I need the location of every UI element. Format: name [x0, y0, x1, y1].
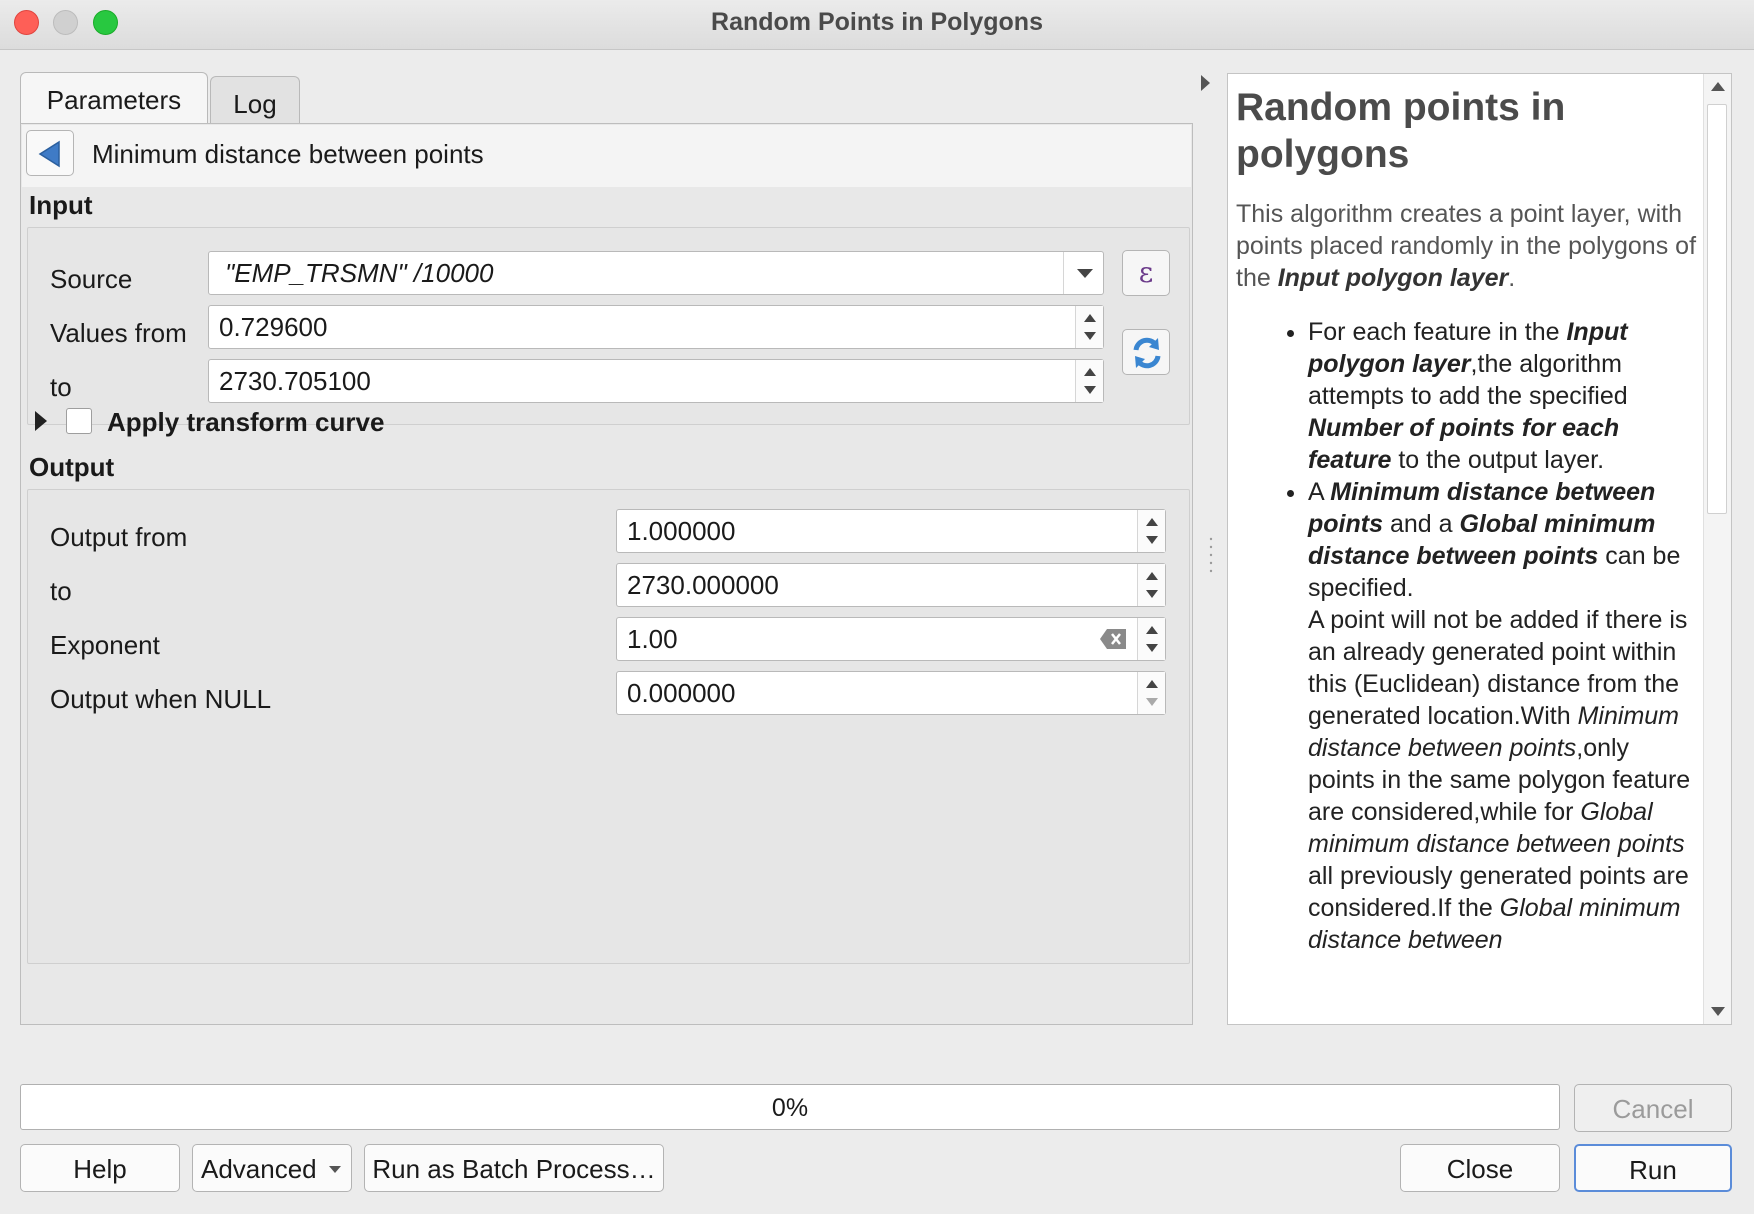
parameters-panel: Minimum distance between points Input So…	[20, 123, 1193, 1025]
advanced-label: Advanced	[201, 1154, 317, 1184]
output-null-stepper[interactable]	[1137, 672, 1165, 714]
output-heading: Output	[29, 452, 115, 482]
values-from-value: 0.729600	[219, 312, 328, 342]
output-null-value: 0.000000	[627, 678, 736, 708]
help-intro: This algorithm creates a point layer, wi…	[1236, 198, 1701, 294]
help-intro-end: .	[1508, 264, 1516, 292]
chevron-down-icon	[329, 1166, 341, 1173]
title-bar: Random Points in Polygons	[0, 0, 1754, 50]
values-to-stepper[interactable]	[1075, 360, 1103, 402]
progress-bar: 0%	[20, 1084, 1560, 1130]
advanced-button[interactable]: Advanced	[192, 1144, 352, 1192]
values-to-field[interactable]: 2730.705100	[208, 359, 1104, 403]
back-button[interactable]	[26, 130, 74, 176]
output-from-value: 1.000000	[627, 516, 736, 546]
run-button[interactable]: Run	[1574, 1144, 1732, 1192]
exponent-stepper[interactable]	[1137, 618, 1165, 660]
output-to-stepper[interactable]	[1137, 564, 1165, 606]
exponent-field[interactable]: 1.00	[616, 617, 1166, 661]
tab-parameters[interactable]: Parameters	[20, 72, 208, 126]
scroll-up-icon[interactable]	[1711, 82, 1725, 91]
help-text: and a	[1383, 510, 1460, 538]
help-text: For each feature in the	[1308, 318, 1567, 346]
input-group: Source "EMP_TRSMN" /10000 ε Values from …	[27, 227, 1190, 425]
refresh-button[interactable]	[1122, 329, 1170, 375]
output-null-label: Output when NULL	[50, 684, 272, 714]
exponent-value: 1.00	[627, 624, 678, 654]
epsilon-icon: ε	[1138, 256, 1154, 289]
output-null-field[interactable]: 0.000000	[616, 671, 1166, 715]
output-to-label: to	[50, 576, 72, 606]
help-text: to the output layer.	[1391, 446, 1605, 474]
expression-button[interactable]: ε	[1122, 250, 1170, 296]
back-arrow-icon	[38, 140, 60, 168]
help-scrollbar[interactable]	[1703, 74, 1731, 1024]
collapse-help-icon[interactable]	[1201, 75, 1210, 91]
help-text: A	[1308, 478, 1331, 506]
help-intro-bold: Input polygon layer	[1277, 264, 1509, 292]
chevron-down-icon[interactable]	[1063, 252, 1103, 294]
output-from-stepper[interactable]	[1137, 510, 1165, 552]
clear-input-icon[interactable]	[1099, 628, 1127, 650]
splitter-handle[interactable]	[1209, 535, 1213, 575]
input-heading: Input	[29, 190, 93, 220]
breadcrumb-label: Minimum distance between points	[92, 139, 484, 169]
expand-transform-icon[interactable]	[35, 411, 47, 431]
help-bullet-2: A Minimum distance between points and a …	[1308, 476, 1701, 956]
progress-label: 0%	[771, 1094, 809, 1122]
transform-checkbox[interactable]	[66, 408, 92, 434]
output-to-field[interactable]: 2730.000000	[616, 563, 1166, 607]
tab-log[interactable]: Log	[210, 76, 300, 128]
output-to-value: 2730.000000	[627, 570, 779, 600]
source-combobox[interactable]: "EMP_TRSMN" /10000	[208, 251, 1104, 295]
help-button[interactable]: Help	[20, 1144, 180, 1192]
help-title: Random points in polygons	[1236, 86, 1566, 176]
values-to-value: 2730.705100	[219, 366, 371, 396]
help-bullet-1: For each feature in the Input polygon la…	[1308, 316, 1701, 476]
help-panel: Random points in polygons This algorithm…	[1227, 73, 1732, 1025]
breadcrumb: Minimum distance between points	[22, 125, 1191, 187]
cancel-button[interactable]: Cancel	[1574, 1084, 1732, 1132]
batch-process-button[interactable]: Run as Batch Process…	[364, 1144, 664, 1192]
output-from-label: Output from	[50, 522, 188, 552]
window-title: Random Points in Polygons	[711, 8, 1043, 36]
output-from-field[interactable]: 1.000000	[616, 509, 1166, 553]
source-label: Source	[50, 264, 133, 294]
transform-label: Apply transform curve	[107, 407, 385, 437]
help-list: For each feature in the Input polygon la…	[1236, 316, 1701, 956]
source-value: "EMP_TRSMN" /10000	[225, 258, 494, 288]
values-from-stepper[interactable]	[1075, 306, 1103, 348]
scroll-thumb[interactable]	[1707, 104, 1727, 514]
values-from-label: Values from	[50, 318, 187, 348]
scroll-down-icon[interactable]	[1711, 1007, 1725, 1016]
values-to-label: to	[50, 372, 72, 402]
output-group: Output from 1.000000 to 2730.000000 Expo…	[27, 489, 1190, 964]
exponent-label: Exponent	[50, 630, 160, 660]
values-from-field[interactable]: 0.729600	[208, 305, 1104, 349]
refresh-icon	[1133, 337, 1161, 369]
close-button[interactable]: Close	[1400, 1144, 1560, 1192]
help-content: Random points in polygons This algorithm…	[1236, 84, 1701, 956]
